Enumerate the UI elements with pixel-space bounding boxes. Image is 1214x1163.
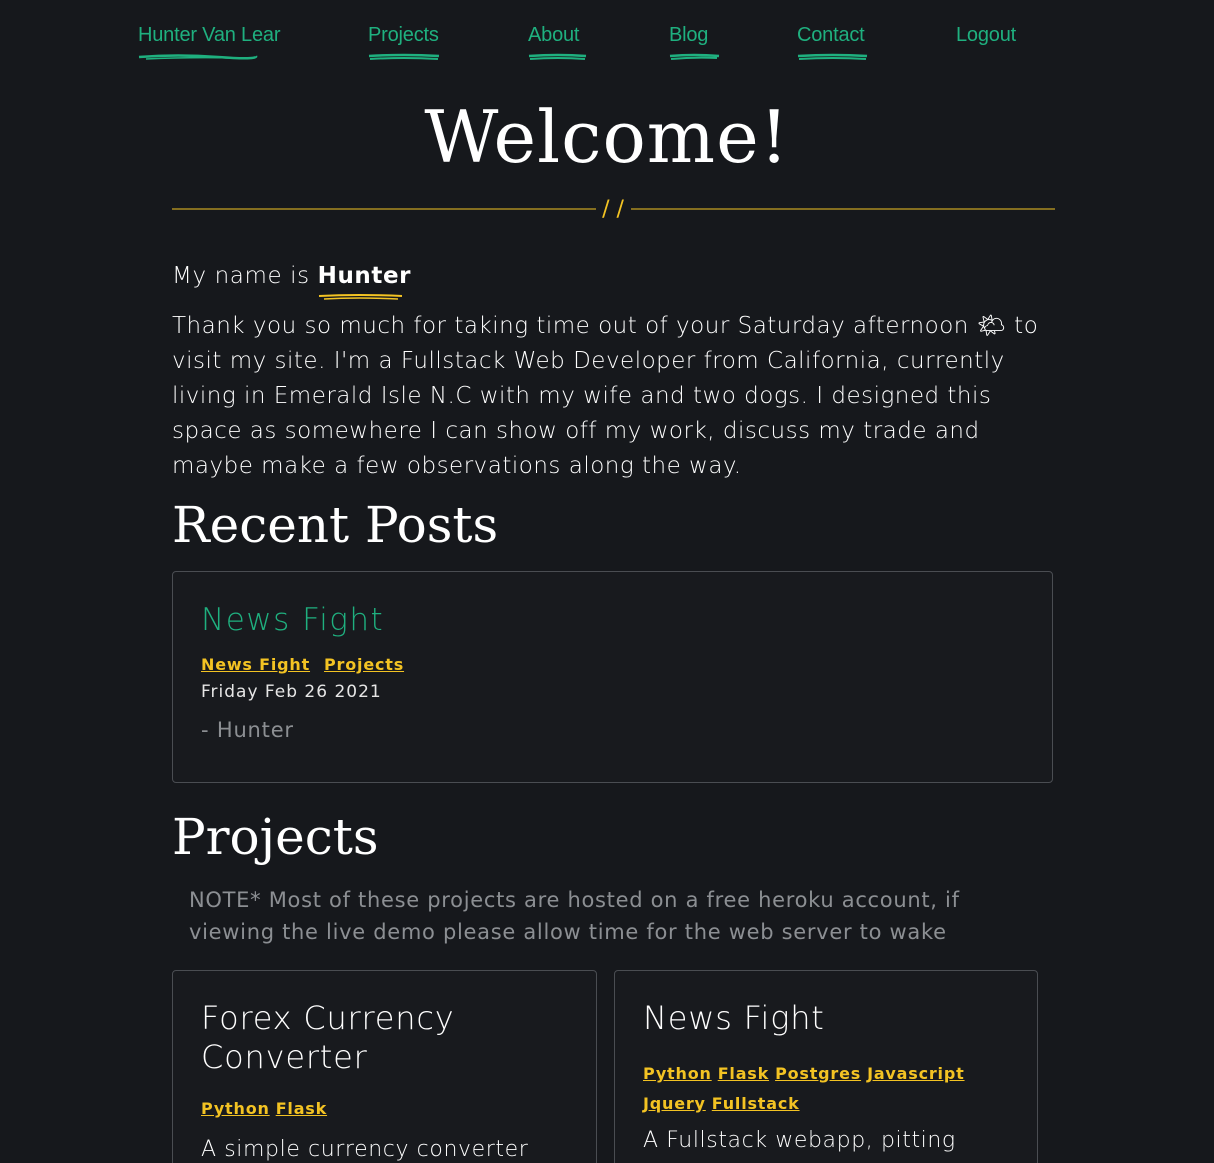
nav-logout-label: Logout xyxy=(956,24,1016,46)
intro-name: Hunter xyxy=(317,263,412,300)
nav-projects-label: Projects xyxy=(368,24,439,46)
nav-contact-label: Contact xyxy=(797,24,865,46)
top-nav: Hunter Van Lear Projects About Blog Cont… xyxy=(0,24,1214,68)
project-title[interactable]: Forex Currency Converter xyxy=(201,999,571,1077)
nav-about-underline xyxy=(528,52,588,62)
post-author: - Hunter xyxy=(201,718,294,742)
nav-about-link[interactable]: About xyxy=(528,24,587,60)
project-description: A simple currency converter xyxy=(201,1137,529,1162)
nav-about-label: About xyxy=(528,24,580,46)
nav-brand-underline xyxy=(138,52,258,62)
divider-glyphs: / / xyxy=(602,197,624,222)
project-tag-link[interactable]: Python xyxy=(643,1064,712,1083)
project-tag-link[interactable]: Postgres xyxy=(775,1064,861,1083)
project-description: A Fullstack webapp, pitting xyxy=(643,1128,956,1153)
projects-note: NOTE* Most of these projects are hosted … xyxy=(189,888,960,944)
project-tag-link[interactable]: Flask xyxy=(718,1064,769,1083)
intro-name-prefix: My name is xyxy=(172,263,318,289)
divider-line-icon: / / xyxy=(172,197,1055,222)
project-tag-link[interactable]: Jquery xyxy=(643,1094,706,1113)
nav-brand-label: Hunter Van Lear xyxy=(138,24,281,46)
name-underline-icon xyxy=(318,294,402,300)
project-tag-link[interactable]: Flask xyxy=(276,1099,327,1118)
nav-contact-link[interactable]: Contact xyxy=(797,24,868,60)
intro-name-text: Hunter xyxy=(317,263,412,289)
post-tag-link[interactable]: News Fight xyxy=(201,655,310,674)
title-divider: / / xyxy=(172,196,1055,222)
project-tag-link[interactable]: Python xyxy=(201,1099,270,1118)
project-card: Forex Currency Converter Python Flask A s… xyxy=(172,970,597,1163)
post-card: News Fight News Fight Projects Friday Feb… xyxy=(172,571,1053,783)
page-title: Welcome! xyxy=(424,95,790,179)
post-tags: News Fight Projects xyxy=(201,655,418,674)
nav-blog-link[interactable]: Blog xyxy=(669,24,720,60)
recent-posts-heading: Recent Posts xyxy=(172,496,499,554)
nav-projects-underline xyxy=(368,52,440,62)
project-tag-link[interactable]: Fullstack xyxy=(712,1094,800,1113)
intro-name-line: My name is Hunter xyxy=(172,263,1052,300)
post-title-link[interactable]: News Fight xyxy=(201,602,384,638)
nav-blog-label: Blog xyxy=(669,24,709,46)
post-tag-link[interactable]: Projects xyxy=(324,655,404,674)
nav-contact-underline xyxy=(797,52,869,62)
project-tags: Python Flask xyxy=(201,1099,333,1118)
intro-bio: Thank you so much for taking time out of… xyxy=(172,313,1039,479)
project-tags: Python Flask Postgres Javascript Jquery Fulls… xyxy=(643,1059,983,1119)
nav-logout-link[interactable]: Logout xyxy=(956,24,1016,47)
project-title[interactable]: News Fight xyxy=(643,999,1013,1038)
post-date: Friday Feb 26 2021 xyxy=(201,682,382,702)
nav-projects-link[interactable]: Projects xyxy=(368,24,440,60)
project-card: News Fight Python Flask Postgres Javascript… xyxy=(614,970,1038,1163)
nav-blog-underline xyxy=(669,52,721,62)
projects-heading: Projects xyxy=(172,808,379,866)
nav-brand-link[interactable]: Hunter Van Lear xyxy=(138,24,281,60)
project-tag-link[interactable]: Javascript xyxy=(867,1064,964,1083)
